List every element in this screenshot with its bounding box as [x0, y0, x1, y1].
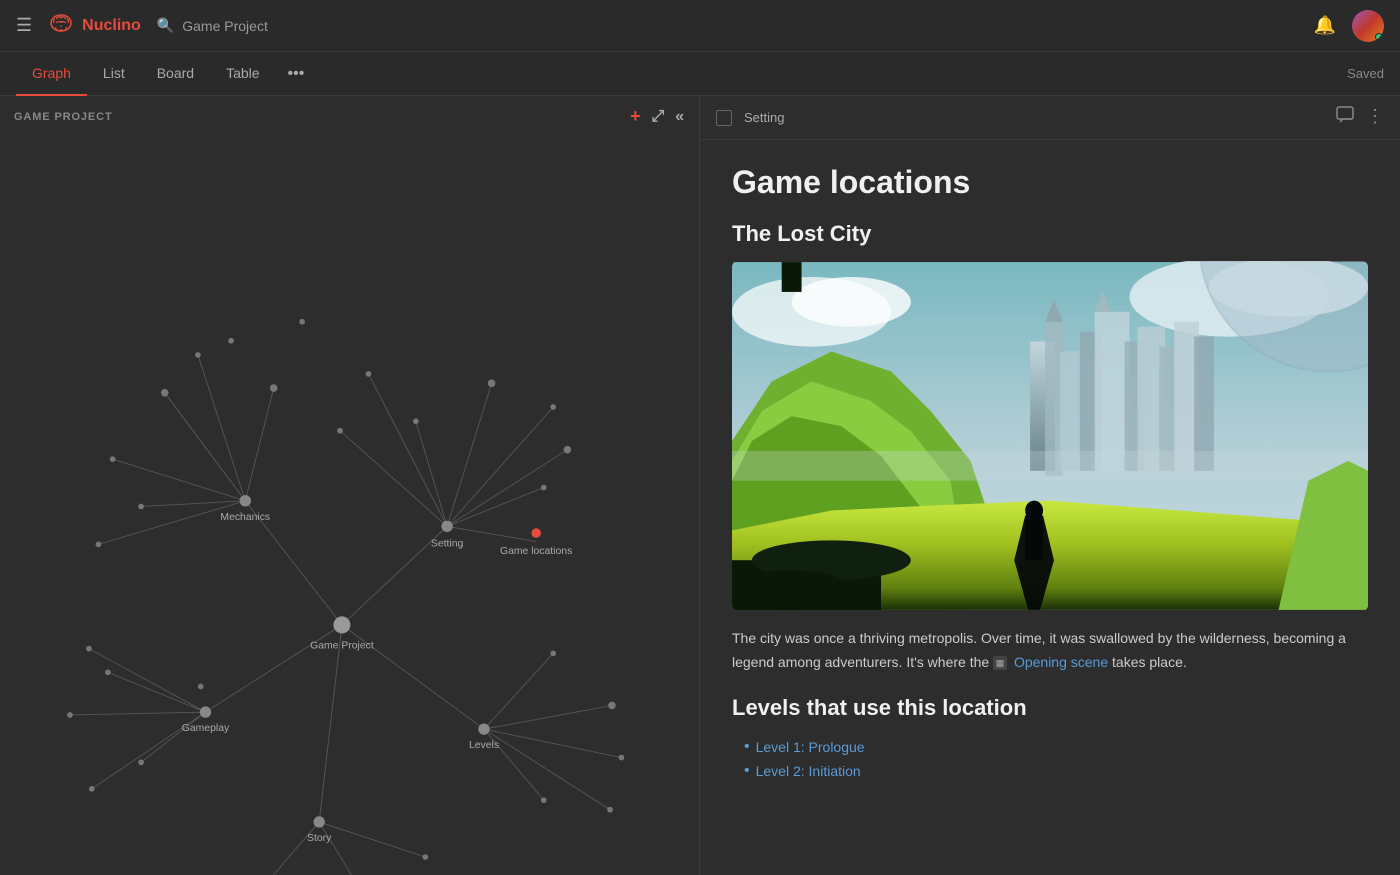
doc-breadcrumb: Setting [744, 110, 784, 125]
section2-title: Levels that use this location [732, 695, 1368, 721]
tab-table[interactable]: Table [210, 52, 275, 96]
saved-status: Saved [1347, 66, 1384, 81]
levels-list: Level 1: Prologue Level 2: Initiation [732, 735, 1368, 783]
list-item-level1[interactable]: Level 1: Prologue [744, 735, 1368, 759]
notification-bell-icon[interactable]: 🔔 [1314, 15, 1336, 36]
graph-svg: Game Project Mechanics Setting Game loca… [0, 137, 699, 875]
doc-paragraph: The city was once a thriving metropolis.… [732, 627, 1368, 675]
hamburger-menu[interactable]: ☰ [16, 15, 32, 36]
search-icon: 🔍 [157, 17, 174, 34]
doc-checkbox[interactable] [716, 110, 732, 126]
avatar-online-dot [1375, 33, 1383, 41]
graph-actions: + ⤢ « [630, 106, 685, 127]
avatar[interactable] [1352, 10, 1384, 42]
lost-city-image [732, 261, 1368, 611]
graph-panel-title: GAME PROJECT [14, 111, 113, 123]
svg-text:Game Project: Game Project [310, 641, 374, 652]
graph-header: GAME PROJECT + ⤢ « [0, 96, 699, 137]
doc-content: Game locations The Lost City [700, 140, 1400, 875]
graph-panel: GAME PROJECT + ⤢ « [0, 96, 700, 875]
tab-board[interactable]: Board [141, 52, 210, 96]
add-node-button[interactable]: + [630, 106, 641, 127]
collapse-graph-button[interactable]: « [675, 108, 685, 126]
doc-toolbar: Setting ⋮ [700, 96, 1400, 140]
opening-scene-link[interactable]: Opening scene [1014, 654, 1108, 670]
svg-text:Mechanics: Mechanics [220, 512, 270, 523]
section1-title: The Lost City [732, 221, 1368, 247]
logo[interactable]: Nuclino [48, 12, 141, 40]
list-item-level2[interactable]: Level 2: Initiation [744, 759, 1368, 783]
nav-tabs: Graph List Board Table ••• Saved [0, 52, 1400, 96]
nav-more-button[interactable]: ••• [280, 65, 313, 83]
main-content: GAME PROJECT + ⤢ « [0, 96, 1400, 875]
expand-graph-button[interactable]: ⤢ [652, 108, 666, 126]
logo-text: Nuclino [82, 17, 141, 35]
graph-canvas[interactable]: Game Project Mechanics Setting Game loca… [0, 137, 699, 875]
tab-graph[interactable]: Graph [16, 52, 87, 96]
svg-text:Gameplay: Gameplay [182, 723, 230, 734]
right-panel: Setting ⋮ Game locations The Lost City [700, 96, 1400, 875]
svg-text:Game locations: Game locations [500, 546, 572, 557]
link-doc-icon: ▦ [993, 656, 1007, 670]
search-bar[interactable]: 🔍 Game Project [157, 17, 268, 34]
tab-list[interactable]: List [87, 52, 141, 96]
svg-text:Levels: Levels [469, 740, 499, 751]
svg-text:Story: Story [307, 833, 332, 844]
comment-icon[interactable] [1336, 106, 1354, 129]
logo-brain-icon [48, 12, 74, 40]
topbar: ☰ Nuclino 🔍 Game Project 🔔 [0, 0, 1400, 52]
topbar-right: 🔔 [1314, 10, 1384, 42]
search-text: Game Project [182, 18, 268, 34]
svg-text:Setting: Setting [431, 538, 464, 549]
more-options-icon[interactable]: ⋮ [1366, 106, 1384, 129]
doc-title: Game locations [732, 164, 1368, 201]
doc-actions: ⋮ [1336, 106, 1384, 129]
